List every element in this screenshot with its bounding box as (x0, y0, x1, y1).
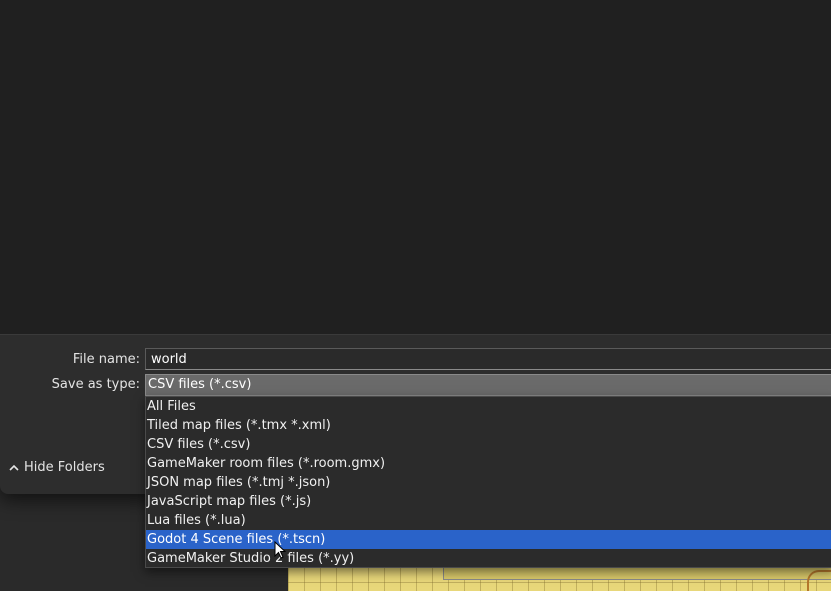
file-name-label: File name: (72, 352, 140, 367)
file-browser-area[interactable] (0, 0, 831, 334)
hide-folders-label: Hide Folders (24, 460, 105, 475)
mouse-pointer-icon (274, 540, 288, 561)
file-type-dropdown-list: All Files Tiled map files (*.tmx *.xml) … (145, 396, 831, 568)
save-as-type-select[interactable]: CSV files (*.csv) (145, 374, 831, 396)
map-boundary (443, 566, 831, 580)
file-type-option[interactable]: GameMaker Studio 2 files (*.yy) (146, 549, 831, 568)
file-type-option[interactable]: JavaScript map files (*.js) (146, 492, 831, 511)
map-object (807, 570, 831, 591)
file-type-option-highlighted[interactable]: Godot 4 Scene files (*.tscn) (146, 530, 831, 549)
save-as-type-value: CSV files (*.csv) (148, 377, 252, 392)
file-type-option[interactable]: Tiled map files (*.tmx *.xml) (146, 416, 831, 435)
file-type-option[interactable]: Lua files (*.lua) (146, 511, 831, 530)
file-type-option[interactable]: GameMaker room files (*.room.gmx) (146, 454, 831, 473)
file-type-option[interactable]: CSV files (*.csv) (146, 435, 831, 454)
file-type-option[interactable]: All Files (146, 397, 831, 416)
chevron-up-icon (8, 462, 20, 474)
file-type-option[interactable]: JSON map files (*.tmj *.json) (146, 473, 831, 492)
save-as-type-label: Save as type: (51, 377, 140, 392)
hide-folders-button[interactable]: Hide Folders (8, 460, 105, 475)
screen: File name: Save as type: CSV files (*.cs… (0, 0, 831, 591)
file-name-input[interactable] (145, 348, 831, 370)
